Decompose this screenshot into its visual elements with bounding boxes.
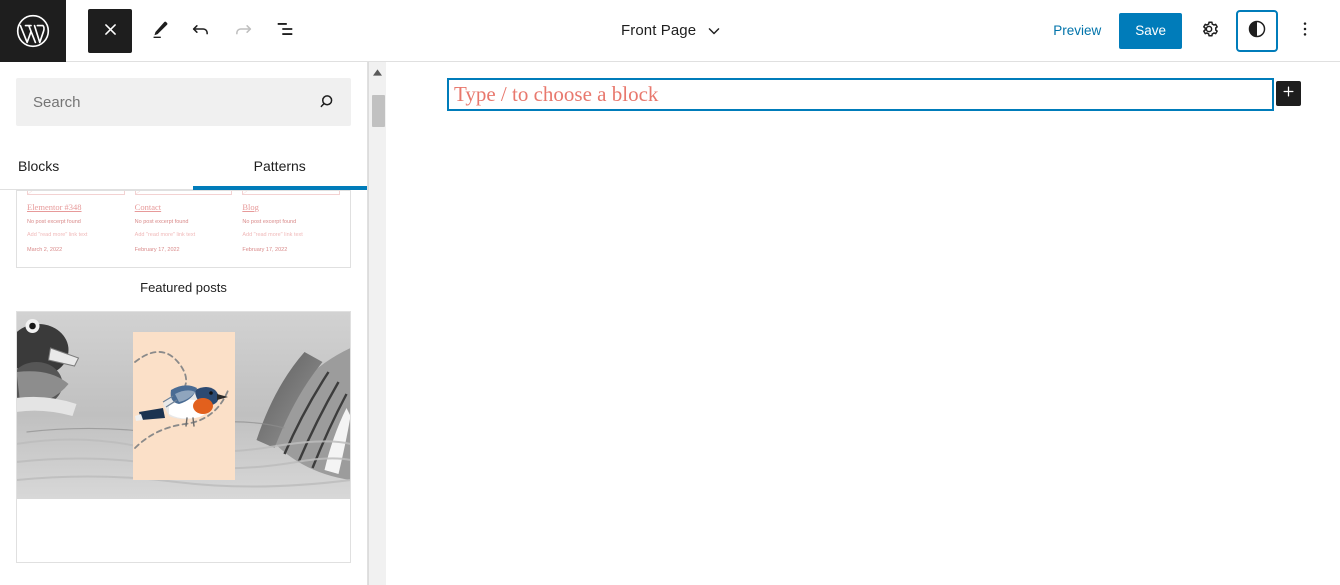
query-post-2: Contact No post excerpt found Add "read … xyxy=(134,191,233,253)
pattern-list[interactable]: Elementor #348 No post excerpt found Add… xyxy=(0,190,367,585)
add-block-button[interactable] xyxy=(1276,81,1301,106)
top-bar-left-tools xyxy=(66,8,304,53)
search-input[interactable] xyxy=(17,93,306,111)
colored-bird-icon xyxy=(134,351,230,449)
post-excerpt: No post excerpt found xyxy=(134,219,189,225)
redo-button[interactable] xyxy=(224,12,262,50)
block-inserter-panel: Blocks Patterns Elementor #348 No post e… xyxy=(0,62,368,585)
search-magnifier-icon xyxy=(306,80,350,124)
post-title: Contact xyxy=(134,202,162,212)
post-excerpt: No post excerpt found xyxy=(27,219,81,225)
close-x-icon xyxy=(102,21,119,41)
styles-button[interactable] xyxy=(1236,9,1278,52)
post-read-more: Add "read more" link text xyxy=(134,232,196,238)
page-title: Front Page xyxy=(620,22,697,39)
placeholder-image-icon xyxy=(27,191,125,195)
placeholder-image-icon xyxy=(134,191,233,195)
undo-button[interactable] xyxy=(182,12,220,50)
post-excerpt: No post excerpt found xyxy=(242,219,297,225)
post-date: February 17, 2022 xyxy=(242,247,288,253)
plus-icon xyxy=(1281,84,1296,104)
inserter-scrollbar[interactable] xyxy=(368,62,386,585)
tab-patterns[interactable]: Patterns xyxy=(192,142,368,190)
list-view-button[interactable] xyxy=(266,12,304,50)
document-title-area[interactable]: Front Page xyxy=(304,21,1041,41)
editor-top-bar: Front Page Preview Save xyxy=(0,0,1340,62)
block-placeholder-text: Type / to choose a block xyxy=(454,82,659,106)
search-area xyxy=(0,62,367,142)
contrast-half-circle-icon xyxy=(1246,18,1268,43)
scrollbar-thumb[interactable] xyxy=(372,95,385,127)
save-button[interactable]: Save xyxy=(1119,12,1182,49)
peach-panel xyxy=(133,332,235,480)
settings-button[interactable] xyxy=(1190,12,1228,50)
wordpress-logo-icon xyxy=(15,13,51,49)
edit-mode-button[interactable] xyxy=(140,12,178,50)
wordpress-logo-button[interactable] xyxy=(0,0,66,62)
pattern-preview[interactable]: Elementor #348 No post excerpt found Add… xyxy=(16,190,351,268)
editor-canvas[interactable]: Type / to choose a block xyxy=(387,62,1340,585)
more-options-button[interactable] xyxy=(1286,12,1324,50)
post-read-more: Add "read more" link text xyxy=(242,232,303,238)
block-wrapper: Type / to choose a block xyxy=(447,78,1301,111)
undo-arrow-icon xyxy=(190,18,212,43)
query-columns: Elementor #348 No post excerpt found Add… xyxy=(27,191,341,253)
pattern-item-query-loop[interactable]: Elementor #348 No post excerpt found Add… xyxy=(0,190,367,311)
chevron-down-icon[interactable] xyxy=(704,21,724,41)
scroll-up-arrow-icon[interactable] xyxy=(369,62,386,82)
bird-engraving-image xyxy=(17,312,350,499)
query-loop-preview: Elementor #348 No post excerpt found Add… xyxy=(17,191,350,267)
more-vertical-dots-icon xyxy=(1295,19,1315,42)
tab-blocks[interactable]: Blocks xyxy=(0,142,193,189)
list-view-icon xyxy=(274,18,296,43)
pattern-preview[interactable] xyxy=(16,311,351,563)
pencil-edit-icon xyxy=(149,19,170,43)
search-field[interactable] xyxy=(16,78,351,126)
post-title: Elementor #348 xyxy=(27,202,82,212)
post-date: February 17, 2022 xyxy=(134,247,180,253)
post-date: March 2, 2022 xyxy=(27,247,63,253)
paragraph-block[interactable]: Type / to choose a block xyxy=(447,78,1274,111)
query-post-3: Blog No post excerpt found Add "read mor… xyxy=(242,191,341,253)
post-read-more: Add "read more" link text xyxy=(27,232,88,238)
redo-arrow-icon xyxy=(232,18,254,43)
pattern-item-bird-image[interactable] xyxy=(0,311,367,563)
post-title: Blog xyxy=(242,202,259,212)
pattern-title: Featured posts xyxy=(140,280,227,295)
close-inserter-button[interactable] xyxy=(88,8,132,53)
preview-button[interactable]: Preview xyxy=(1041,15,1113,46)
bird-pattern-preview xyxy=(17,312,350,562)
placeholder-image-icon xyxy=(242,191,341,195)
inserter-tabs: Blocks Patterns xyxy=(0,142,367,190)
gear-icon xyxy=(1198,18,1220,43)
query-post-1: Elementor #348 No post excerpt found Add… xyxy=(27,191,125,253)
top-bar-right-tools: Preview Save xyxy=(1041,9,1340,52)
